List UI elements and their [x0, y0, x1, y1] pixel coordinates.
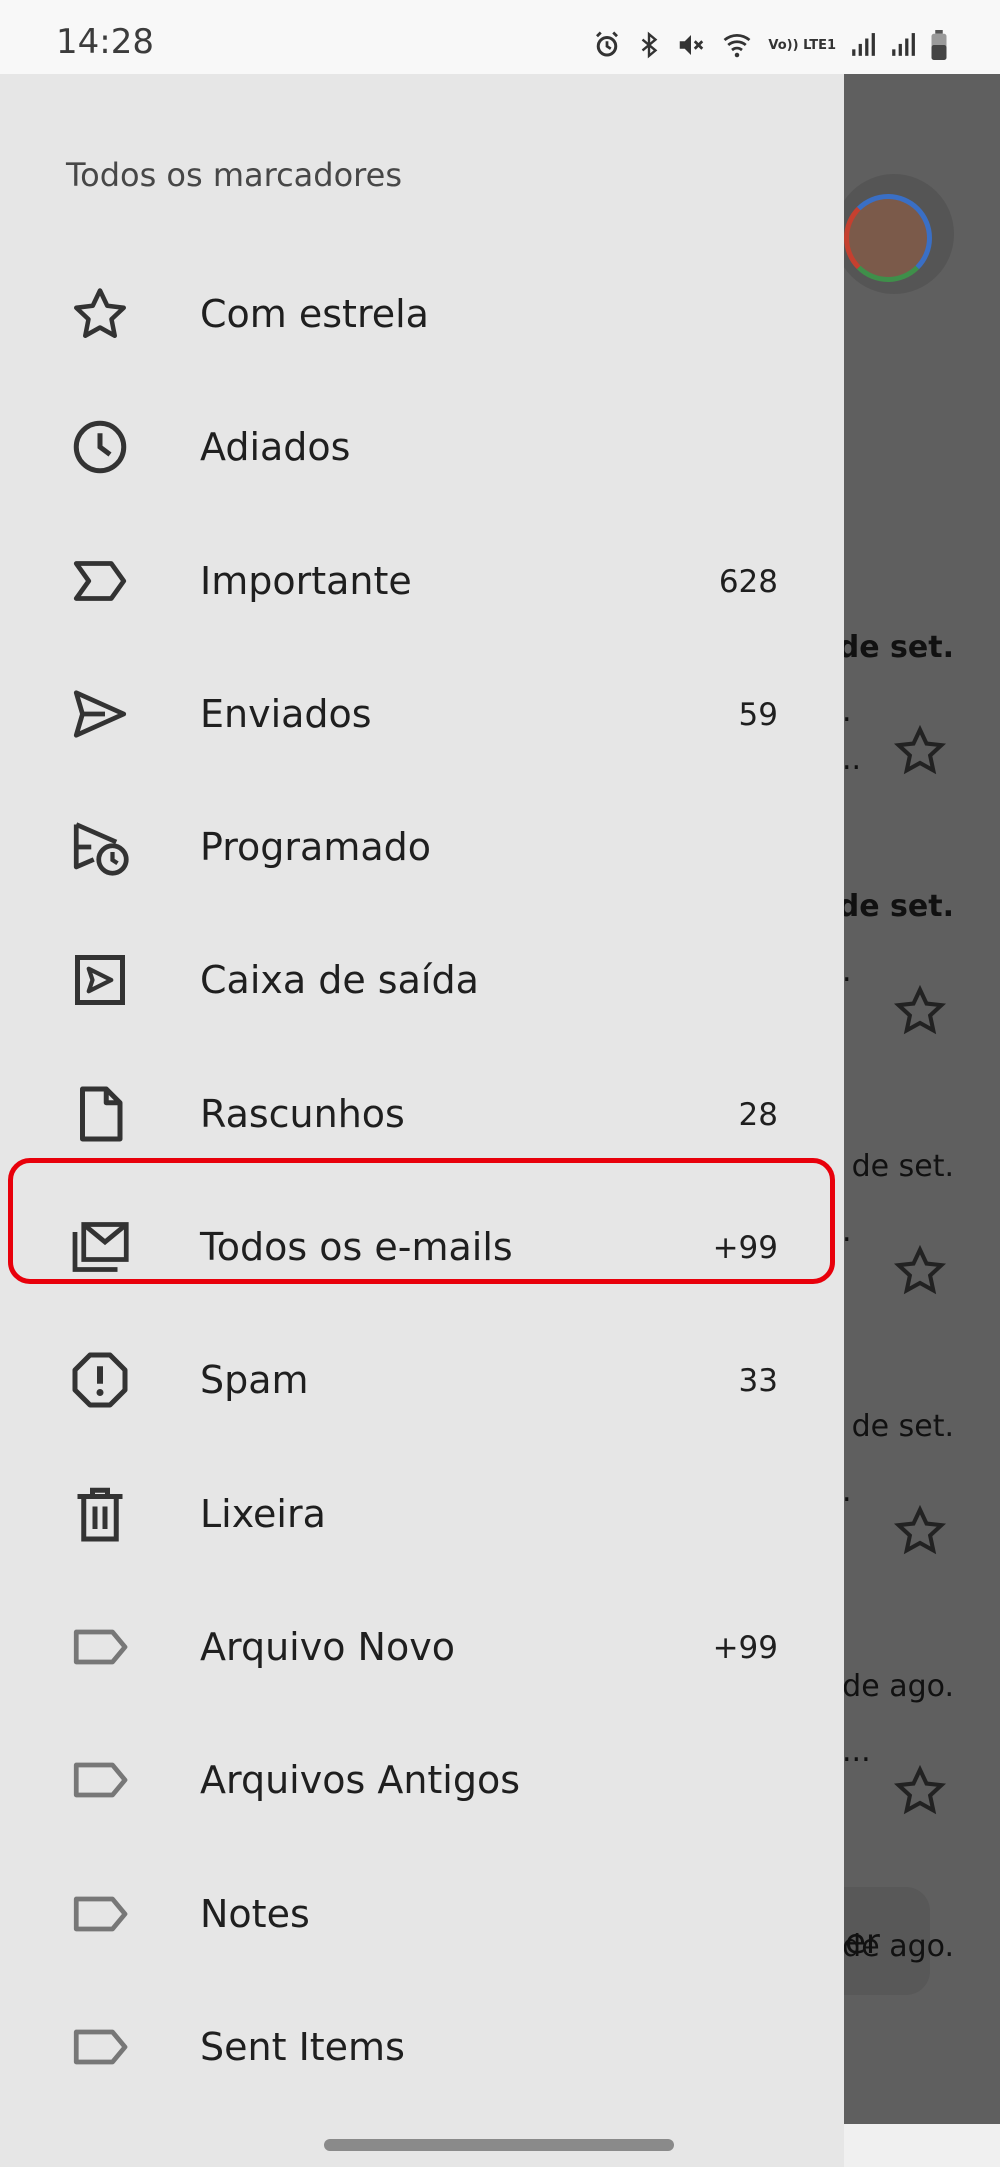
signal-r-icon [892, 33, 915, 56]
drawer-item-label: Importante [200, 558, 412, 603]
email-date: de set. [851, 1409, 954, 1444]
bottom-bar-edge [844, 2124, 1000, 2167]
drawer-item-count: 628 [718, 563, 778, 600]
drawer-section-heading: Todos os marcadores [66, 156, 402, 194]
scheduled-send-icon [68, 819, 132, 876]
mute-icon [680, 35, 704, 55]
star-toggle-icon[interactable] [893, 1244, 947, 1298]
drawer-item-label-notes[interactable]: Notes [0, 1844, 844, 1977]
drawer-item-important[interactable]: Importante 628 [0, 511, 844, 644]
email-snippet: .. [842, 742, 862, 777]
email-date: de set. [851, 1149, 954, 1184]
drawer-item-label: Adiados [200, 425, 351, 470]
email-snippet: ... [842, 1734, 871, 1769]
home-indicator[interactable] [324, 2139, 674, 2151]
drawer-item-label: Arquivo Novo [200, 1624, 455, 1669]
label-icon [68, 2019, 132, 2075]
star-toggle-icon[interactable] [893, 984, 947, 1038]
outbox-icon [68, 952, 132, 1008]
drawer-item-count: 33 [738, 1363, 778, 1400]
status-icons: Vo)) LTE1 [592, 30, 948, 60]
email-date: de set. [837, 889, 954, 924]
status-time: 14:28 [56, 22, 154, 62]
drawer-item-label: Sent Items [200, 2024, 405, 2069]
star-icon [68, 286, 132, 342]
drawer-item-trash[interactable]: Lixeira [0, 1444, 844, 1577]
drawer-item-label: Caixa de saída [200, 958, 479, 1003]
status-bar: 14:28 Vo)) LTE1 [0, 0, 1000, 74]
drawer-item-count: 59 [738, 696, 778, 733]
drawer-item-starred[interactable]: Com estrela [0, 244, 844, 377]
wifi-icon [723, 33, 751, 58]
drawer-item-spam[interactable]: Spam 33 [0, 1310, 844, 1443]
drawer-item-label-arquivos-antigos[interactable]: Arquivos Antigos [0, 1710, 844, 1843]
drawer-item-outbox[interactable]: Caixa de saída [0, 910, 844, 1043]
clock-icon [68, 419, 132, 475]
drawer-item-sent[interactable]: Enviados 59 [0, 644, 844, 777]
trash-icon [68, 1486, 132, 1542]
label-icon [68, 1619, 132, 1675]
drawer-item-label: Spam [200, 1358, 309, 1403]
drawer-item-label: Programado [200, 825, 431, 870]
drawer-item-count: 28 [738, 1096, 778, 1133]
battery-icon [931, 30, 947, 60]
star-toggle-icon[interactable] [893, 724, 947, 778]
signal-icon [852, 33, 875, 56]
navigation-drawer: Todos os marcadores Com estrela Adiados … [0, 74, 844, 2167]
drawer-item-count: +99 [712, 1629, 778, 1666]
alarm-icon [596, 31, 619, 57]
highlight-annotation [8, 1158, 835, 1284]
bluetooth-icon [642, 31, 658, 59]
send-icon [68, 686, 132, 742]
drawer-item-label-arquivo-novo[interactable]: Arquivo Novo +99 [0, 1577, 844, 1710]
volte-icon: Vo)) LTE1 [768, 39, 836, 52]
drawer-item-label-sent-items[interactable]: Sent Items [0, 1977, 844, 2110]
drawer-item-label: Rascunhos [200, 1091, 405, 1136]
drawer-item-label: Lixeira [200, 1491, 326, 1536]
drawer-item-label: Notes [200, 1891, 310, 1936]
spam-icon [68, 1352, 132, 1408]
star-toggle-icon[interactable] [893, 1504, 947, 1558]
drawer-item-snoozed[interactable]: Adiados [0, 377, 844, 510]
label-icon [68, 1886, 132, 1942]
star-toggle-icon[interactable] [893, 1764, 947, 1818]
email-date: de ago. [842, 1669, 954, 1704]
drawer-item-label: Com estrela [200, 292, 429, 336]
account-avatar[interactable] [844, 194, 932, 282]
drawer-item-scheduled[interactable]: Programado [0, 777, 844, 910]
draft-icon [68, 1086, 132, 1142]
email-date: de set. [837, 630, 954, 665]
important-icon [68, 553, 132, 609]
volte-label: Vo)) LTE1 [768, 37, 836, 53]
drawer-item-label: Arquivos Antigos [200, 1758, 521, 1803]
drawer-item-label: Enviados [200, 691, 372, 736]
label-icon [68, 1752, 132, 1808]
email-date: de ago. [842, 1929, 954, 1964]
